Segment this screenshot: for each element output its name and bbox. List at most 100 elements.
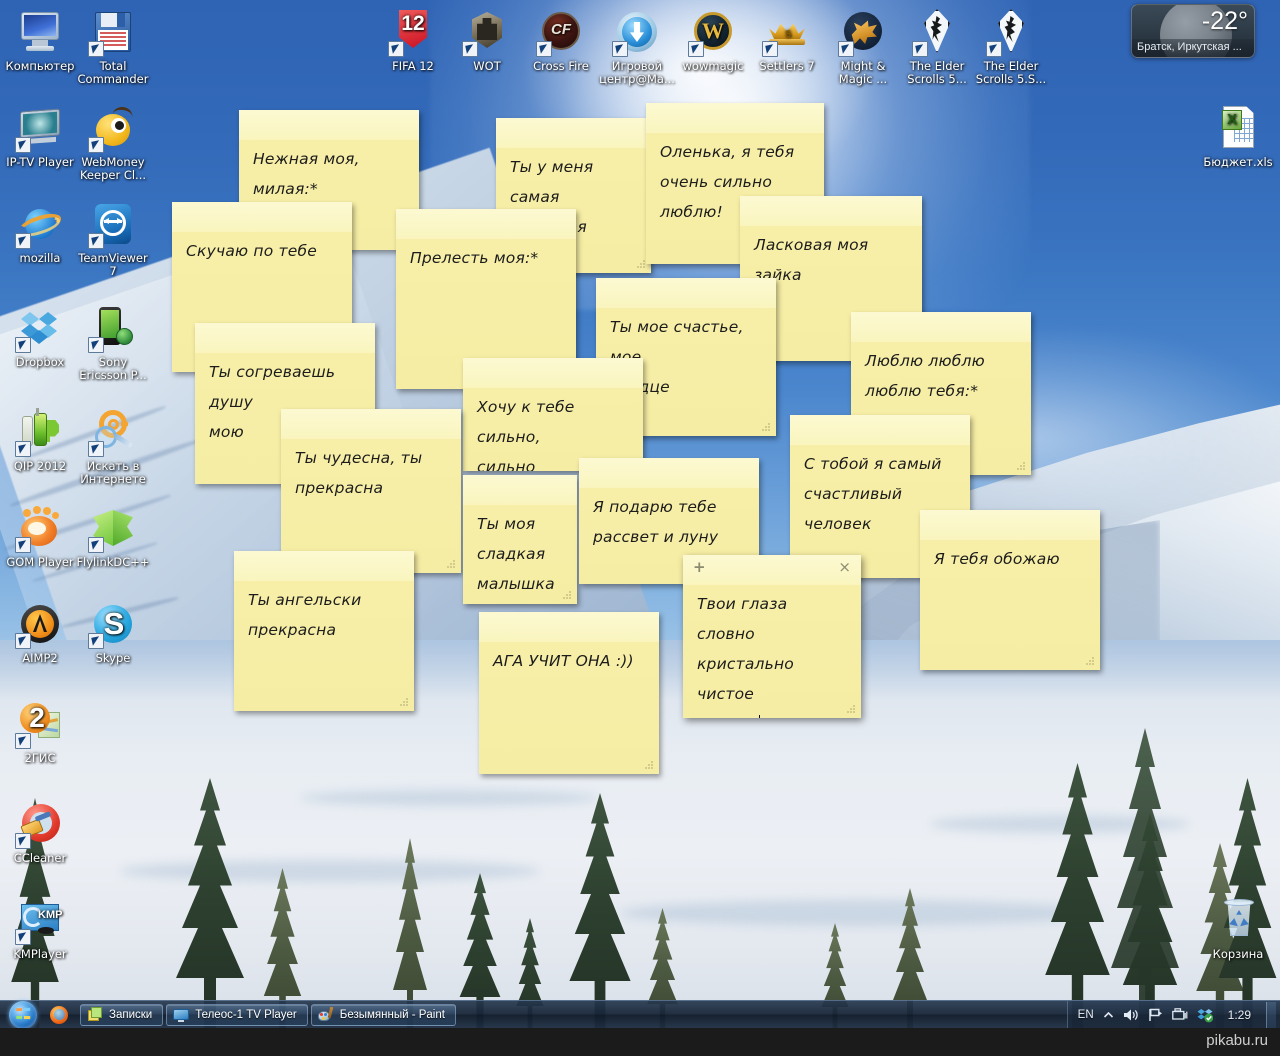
desktop-icon-skyrim-se[interactable]: The Elder Scrolls 5.S... xyxy=(973,8,1049,86)
resize-grip[interactable] xyxy=(1085,656,1095,666)
sticky-note-header[interactable] xyxy=(920,510,1100,540)
sticky-note[interactable]: Хочу к тебе сильно, сильно xyxy=(463,358,643,471)
resize-grip[interactable] xyxy=(1016,461,1026,471)
resize-grip[interactable] xyxy=(446,559,456,569)
desktop-icon-skyrim[interactable]: The Elder Scrolls 5... xyxy=(899,8,975,86)
resize-grip[interactable] xyxy=(846,704,856,714)
desktop-icon-iptv-player[interactable]: IP-TV Player xyxy=(2,104,78,169)
taskbar-item-paint[interactable]: Безымянный - Paint xyxy=(310,1003,456,1026)
sticky-note-header[interactable] xyxy=(579,458,759,488)
sticky-note-header[interactable] xyxy=(740,196,922,226)
tray-language-indicator[interactable]: EN xyxy=(1078,1009,1094,1021)
desktop-icon-gom-player[interactable]: GOM Player xyxy=(2,504,78,569)
sticky-note-active[interactable]: +×Твои глаза словно кристально чистое оз… xyxy=(683,555,861,718)
desktop-icon-dropbox[interactable]: Dropbox xyxy=(2,304,78,369)
sticky-note-header[interactable]: + × xyxy=(683,555,861,585)
sticky-note[interactable]: Ты ангельски прекрасна xyxy=(234,551,414,711)
desktop-icon-label: WOT xyxy=(473,59,501,73)
desktop-icon-crossfire[interactable]: CF Cross Fire xyxy=(523,8,599,73)
sticky-note-header[interactable] xyxy=(463,475,577,505)
desktop-icon-budget-xls[interactable]: X Бюджет.xls xyxy=(1200,104,1276,169)
sticky-note-header[interactable] xyxy=(790,415,970,445)
taskbar-clock[interactable]: 1:29 xyxy=(1222,1008,1257,1022)
desktop-icon-total-commander[interactable]: Total Commander xyxy=(75,8,151,86)
new-note-button[interactable]: + xyxy=(693,559,706,575)
weather-gadget[interactable]: -22° Братск, Иркутская ... xyxy=(1131,4,1255,58)
sticky-note[interactable]: Ты моя сладкая малышка xyxy=(463,475,577,604)
qip-icon xyxy=(15,408,64,457)
sticky-note-text[interactable]: Хочу к тебе сильно, сильно xyxy=(477,392,631,471)
resize-grip[interactable] xyxy=(636,259,646,269)
chevron-up-icon[interactable] xyxy=(1103,1010,1114,1021)
resize-grip[interactable] xyxy=(761,422,771,432)
desktop-icon-sony-ericsson[interactable]: Sony Ericsson P... xyxy=(75,304,151,382)
dropbox-icon xyxy=(15,304,64,353)
desktop-icon-label: CCleaner xyxy=(13,851,67,865)
sticky-note-text[interactable]: Я тебя обожаю xyxy=(934,544,1088,660)
sticky-note-header[interactable] xyxy=(172,202,352,232)
sticky-note-header[interactable] xyxy=(195,323,375,353)
desktop-icon-recycle-bin[interactable]: Корзина xyxy=(1200,896,1276,961)
sticky-note-header[interactable] xyxy=(239,110,419,140)
desktop-icon-webmoney[interactable]: WebMoney Keeper Cl... xyxy=(75,104,151,182)
resize-grip[interactable] xyxy=(399,697,409,707)
desktop-icon-search-web[interactable]: Искать в Интернете xyxy=(75,408,151,486)
close-icon[interactable]: × xyxy=(838,559,851,575)
desktop-icon-mozilla[interactable]: mozilla xyxy=(2,200,78,265)
desktop-icon-ccleaner[interactable]: CCleaner xyxy=(2,800,78,865)
resize-grip[interactable] xyxy=(644,760,654,770)
taskbar[interactable]: Записки Телеос-1 TV Player Безымянный - … xyxy=(0,1000,1280,1029)
desktop-icon-teamviewer[interactable]: TeamViewer 7 xyxy=(75,200,151,278)
sticky-note-header[interactable] xyxy=(396,209,576,239)
sticky-note-header[interactable] xyxy=(596,278,776,308)
sticky-note[interactable]: Я тебя обожаю xyxy=(920,510,1100,670)
sticky-note[interactable]: Ты чудесна, ты прекрасна xyxy=(281,409,461,573)
sticky-note-header[interactable] xyxy=(851,312,1031,342)
start-button[interactable] xyxy=(0,1000,46,1029)
flag-icon[interactable] xyxy=(1148,1008,1163,1022)
desktop-icon-settlers7[interactable]: S Settlers 7 xyxy=(749,8,825,73)
sticky-note-header[interactable] xyxy=(479,612,659,642)
sticky-note-header[interactable] xyxy=(463,358,643,388)
desktop-icon-skype[interactable]: S Skype xyxy=(75,600,151,665)
sticky-note-header[interactable] xyxy=(281,409,461,439)
taskbar-item-tv-player[interactable]: Телеос-1 TV Player xyxy=(166,1003,308,1026)
sticky-note-text-editing[interactable]: Твои глаза словно кристально чистое озер… xyxy=(697,589,849,718)
shortcut-overlay-icon xyxy=(15,337,31,353)
sticky-note-header[interactable] xyxy=(646,103,824,133)
desktop-icon-flylinkdc[interactable]: FlylinkDC++ xyxy=(75,504,151,569)
network-icon[interactable] xyxy=(1171,1008,1188,1022)
sticky-note-text[interactable]: Ты моя сладкая малышка xyxy=(477,509,565,594)
desktop-icon-world-of-tanks[interactable]: WOT xyxy=(449,8,525,73)
shortcut-overlay-icon xyxy=(15,929,31,945)
dropbox-tray-icon[interactable] xyxy=(1197,1008,1213,1023)
desktop-icon-fifa12[interactable]: 12 FIFA 12 xyxy=(375,8,451,73)
desktop-icon-label: GOM Player xyxy=(6,555,74,569)
desktop-icon-2gis[interactable]: 2 2ГИС xyxy=(2,700,78,765)
volume-icon[interactable] xyxy=(1123,1008,1139,1022)
taskbar-item-notes[interactable]: Записки xyxy=(80,1003,164,1026)
desktop-icon-might-and-magic[interactable]: Might & Magic ... xyxy=(825,8,901,86)
resize-grip[interactable] xyxy=(562,590,572,600)
desktop-icon-kmplayer[interactable]: KMP KMPlayer xyxy=(2,896,78,961)
desktop-icon-computer[interactable]: Компьютер xyxy=(2,8,78,73)
shortcut-overlay-icon xyxy=(15,633,31,649)
sticky-note-text[interactable]: Ты ангельски прекрасна xyxy=(248,585,402,701)
desktop-icon-label: 2ГИС xyxy=(24,751,56,765)
desktop-icon-qip[interactable]: QIP 2012 xyxy=(2,408,78,473)
desktop-icon-label: QIP 2012 xyxy=(13,459,67,473)
desktop-icon-aimp2[interactable]: AIMP2 xyxy=(2,600,78,665)
show-desktop-button[interactable] xyxy=(1266,1002,1276,1028)
iptv-player-icon xyxy=(15,104,64,153)
desktop-icon-game-center[interactable]: Игровой центр@Ma... xyxy=(599,8,675,86)
sticky-note-header[interactable] xyxy=(234,551,414,581)
sticky-note-text[interactable]: АГА УЧИТ ОНА :)) xyxy=(493,646,647,764)
flylinkdc-icon xyxy=(88,504,137,553)
shortcut-overlay-icon xyxy=(88,441,104,457)
shortcut-overlay-icon xyxy=(88,633,104,649)
sticky-note-header[interactable] xyxy=(496,118,651,148)
desktop-icon-wowmagic[interactable]: W wowmagic xyxy=(675,8,751,73)
quicklaunch-firefox[interactable] xyxy=(46,1002,72,1028)
sticky-note-text[interactable]: Ты чудесна, ты прекрасна xyxy=(295,443,449,563)
sticky-note[interactable]: АГА УЧИТ ОНА :)) xyxy=(479,612,659,774)
